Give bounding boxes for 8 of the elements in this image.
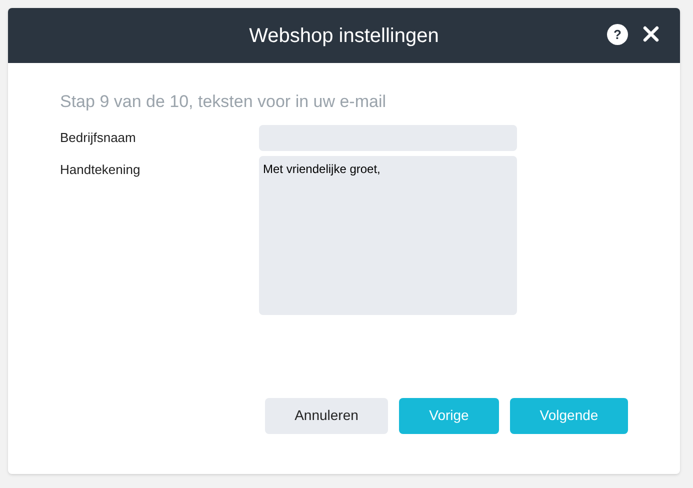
- dialog-button[interactable]: Annuleren: [265, 398, 388, 434]
- window-title: Webshop instellingen: [249, 24, 439, 48]
- step-title: Stap 9 van de 10, teksten voor in uw e-mail: [60, 91, 388, 113]
- help-button[interactable]: ?: [607, 24, 628, 45]
- close-icon[interactable]: [642, 25, 660, 43]
- field-label: Bedrijfsnaam: [60, 128, 137, 147]
- text-area[interactable]: Met vriendelijke groet,: [259, 156, 517, 314]
- field-label: Handtekening: [60, 160, 142, 179]
